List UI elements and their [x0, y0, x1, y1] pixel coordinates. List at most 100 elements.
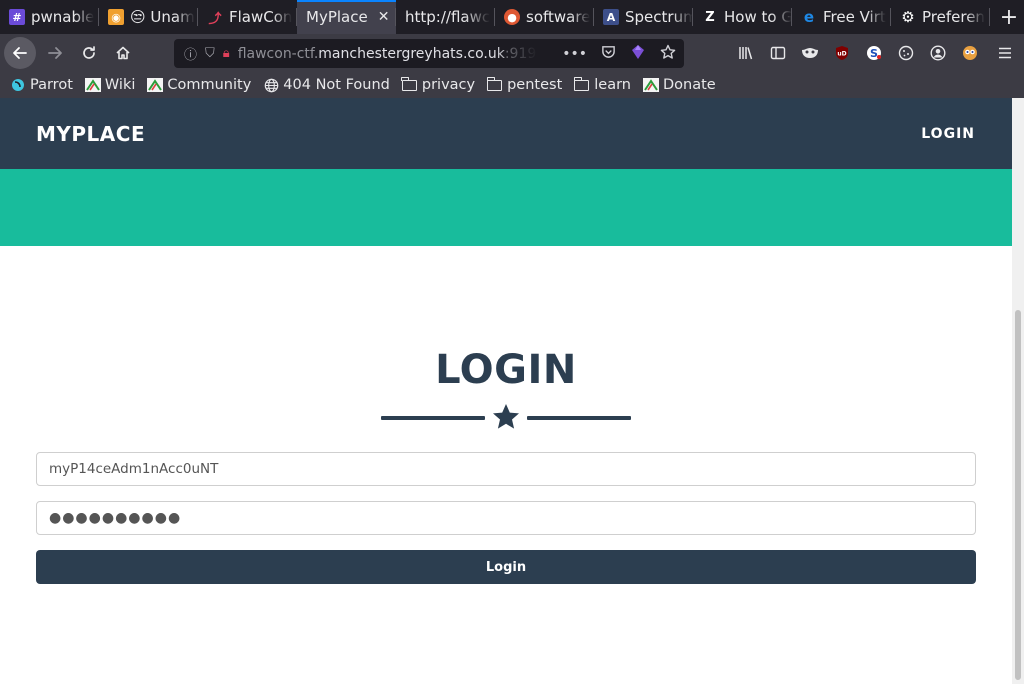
bookmark-label: Community — [167, 77, 252, 93]
tab-software[interactable]: ● software — [495, 0, 594, 34]
back-button[interactable] — [4, 37, 36, 69]
login-section: LOGIN myP14ceAdm1nAcc0uNT ●●●●●●●●●● Log… — [0, 246, 1012, 684]
url-prefix: flawcon-ctf. — [237, 45, 319, 62]
tab-free-virt[interactable]: e Free Virt — [792, 0, 891, 34]
tab-pwnable[interactable]: # pwnable — [0, 0, 99, 34]
bookmark-404[interactable]: 404 Not Found — [263, 77, 390, 93]
url-host: manchestergreyhats.co.uk — [318, 45, 505, 62]
insecure-lock-icon[interactable]: 🔒︎ — [223, 46, 230, 61]
tab-how-to[interactable]: Z How to G — [693, 0, 792, 34]
shield-icon[interactable]: ⛉ — [205, 46, 215, 61]
home-button[interactable] — [108, 38, 138, 68]
info-icon[interactable]: ⓘ — [184, 44, 197, 63]
tab-title: FlawCon — [229, 8, 293, 26]
pocket-icon[interactable] — [601, 44, 616, 63]
bookmark-label: Wiki — [104, 77, 136, 93]
tab-title: Spectrum — [625, 8, 693, 26]
bookmark-label: privacy — [421, 77, 476, 93]
page-viewport: MYPLACE LOGIN LOGIN myP14ceAdm1nAcc0uNT … — [0, 98, 1012, 684]
hero-banner — [0, 169, 1012, 246]
hash-icon: # — [9, 9, 25, 25]
tab-title: Preferen — [922, 8, 985, 26]
address-bar[interactable]: ⓘ ⛉ 🔒︎ flawcon-ctf.manchestergreyhats.co… — [174, 39, 684, 68]
divider-line-right — [527, 416, 631, 420]
bookmark-folder-learn[interactable]: learn — [573, 76, 631, 93]
bookmark-donate[interactable]: Donate — [643, 77, 716, 93]
folder-icon — [573, 76, 590, 91]
toolbar-extensions: uD S — [730, 34, 1024, 72]
extension-gem-icon[interactable] — [630, 44, 646, 64]
new-tab-button[interactable]: + — [994, 0, 1024, 34]
site-brand[interactable]: MYPLACE — [36, 122, 145, 146]
hamburger-menu-icon — [999, 47, 1011, 59]
tab-title: Free Virt — [823, 8, 886, 26]
tab-http-flawc[interactable]: http://flawc — [396, 0, 495, 34]
sidebar-button[interactable] — [762, 34, 794, 72]
ext-mask-button[interactable] — [794, 34, 826, 72]
bookmark-parrot[interactable]: Parrot — [10, 77, 73, 93]
parrot-icon — [10, 78, 26, 92]
url-suffix: :9190 — [504, 45, 538, 62]
bookmark-label: Donate — [663, 77, 716, 93]
bookmark-folder-pentest[interactable]: pentest — [486, 76, 563, 93]
account-button[interactable] — [922, 34, 954, 72]
forward-button[interactable] — [40, 38, 70, 68]
tab-title: MyPlace — [306, 8, 368, 26]
ext-s-button[interactable]: S — [858, 34, 890, 72]
username-input[interactable]: myP14ceAdm1nAcc0uNT — [36, 452, 976, 486]
bookmark-label: 404 Not Found — [283, 77, 390, 93]
bookmark-community[interactable]: Community — [147, 77, 251, 93]
bookmark-wiki[interactable]: Wiki — [84, 77, 136, 93]
nav-login-link[interactable]: LOGIN — [921, 126, 975, 142]
arrow-right-icon — [48, 47, 62, 59]
reload-button[interactable] — [74, 38, 104, 68]
page-title: LOGIN — [435, 347, 577, 393]
tab-myplace[interactable]: MyPlace ✕ — [297, 0, 396, 34]
ext-owl-button[interactable] — [954, 34, 986, 72]
password-input[interactable]: ●●●●●●●●●● — [36, 501, 976, 535]
tab-title: pwnable — [31, 8, 95, 26]
star-icon — [493, 404, 519, 429]
tab-unam[interactable]: ◉ 😒 Unam — [99, 0, 198, 34]
firefox-shield-icon: ◉ — [108, 9, 124, 25]
ublock-icon: uD — [836, 46, 848, 60]
url-text[interactable]: flawcon-ctf.manchestergreyhats.co.uk:919… — [238, 46, 538, 62]
page-actions-button[interactable]: ••• — [562, 46, 587, 62]
ublock-button[interactable]: uD — [826, 34, 858, 72]
library-button[interactable] — [730, 34, 762, 72]
spectrum-icon: A — [603, 9, 619, 25]
bookmark-folder-privacy[interactable]: privacy — [401, 76, 476, 93]
tab-preferences[interactable]: ⚙ Preferen — [891, 0, 990, 34]
edge-icon: e — [803, 8, 815, 26]
address-bar-actions: ••• — [562, 39, 676, 68]
svg-text:S: S — [870, 47, 878, 60]
menu-button[interactable] — [986, 34, 1024, 72]
login-button[interactable]: Login — [36, 550, 976, 584]
scrollbar-thumb[interactable] — [1015, 310, 1021, 680]
tab-flawcon[interactable]: ⤴ FlawCon — [198, 0, 297, 34]
gear-icon: ⚙ — [901, 8, 915, 26]
svg-text:uD: uD — [837, 51, 846, 58]
account-icon — [930, 45, 946, 61]
bookmark-star-icon[interactable] — [660, 44, 676, 64]
tab-title: http://flawc — [405, 8, 491, 26]
page-scrollbar[interactable] — [1012, 98, 1024, 684]
library-icon — [739, 47, 753, 60]
navigation-toolbar: ⓘ ⛉ 🔒︎ flawcon-ctf.manchestergreyhats.co… — [0, 34, 1024, 72]
globe-icon — [263, 78, 279, 92]
bookmark-label: pentest — [507, 77, 563, 93]
flawcon-icon: ⤴ — [208, 11, 222, 27]
bookmarks-toolbar: Parrot Wiki Community 404 Not Found priv… — [0, 72, 1024, 98]
parrot-donate-icon — [643, 78, 659, 92]
divider-line-left — [381, 416, 485, 420]
home-icon — [116, 46, 130, 60]
cookie-icon — [898, 45, 914, 61]
cookie-button[interactable] — [890, 34, 922, 72]
reload-icon — [83, 46, 95, 59]
tab-spectrum[interactable]: A Spectrum — [594, 0, 693, 34]
folder-icon — [486, 76, 503, 91]
folder-icon — [401, 76, 417, 91]
close-tab-icon[interactable]: ✕ — [378, 9, 390, 25]
arrow-left-icon — [13, 47, 27, 59]
tab-title: software — [526, 8, 591, 26]
